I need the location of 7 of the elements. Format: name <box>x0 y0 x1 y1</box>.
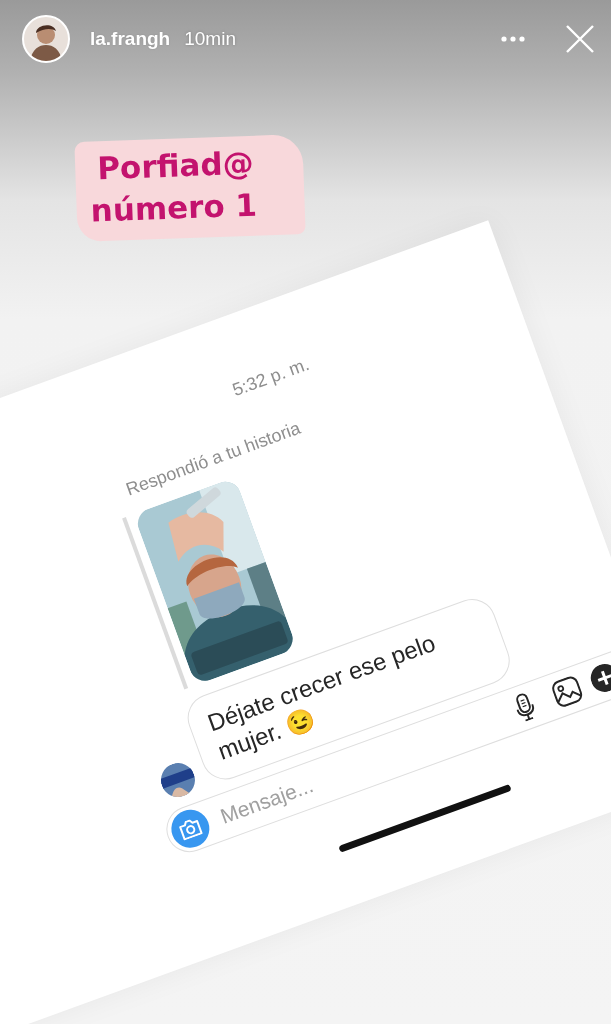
username[interactable]: la.frangh <box>90 28 171 50</box>
close-button[interactable] <box>565 24 595 54</box>
message-timestamp: 5:32 p. m. <box>229 353 313 402</box>
close-icon <box>565 24 595 54</box>
avatar[interactable] <box>22 15 70 63</box>
more-icon <box>501 36 525 42</box>
post-time: 10min <box>184 28 236 50</box>
